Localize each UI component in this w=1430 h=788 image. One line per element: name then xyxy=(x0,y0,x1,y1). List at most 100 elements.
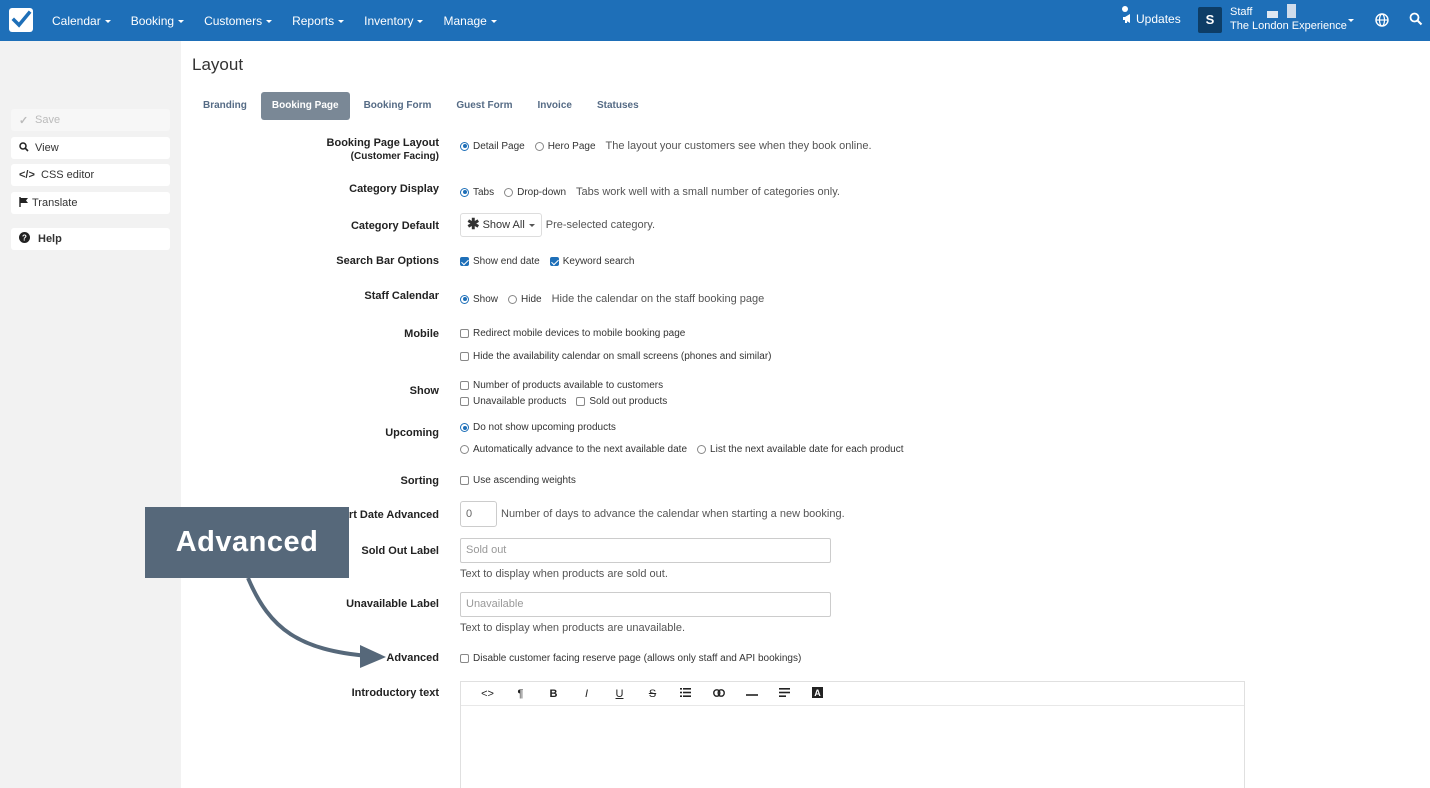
start-date-input[interactable]: 0 xyxy=(460,501,497,527)
chevron-down-icon xyxy=(266,19,273,23)
keyword-search-checkbox[interactable]: Keyword search xyxy=(549,256,634,267)
staff-calendar-show-radio[interactable]: Show xyxy=(460,294,498,305)
save-button[interactable]: ✓ Save xyxy=(11,109,170,131)
globe-icon[interactable] xyxy=(1375,13,1389,27)
align-icon[interactable] xyxy=(768,687,801,700)
intro-text-label: Introductory text xyxy=(351,687,439,699)
code-view-icon[interactable]: <> xyxy=(471,688,504,700)
unavailable-help: Text to display when products are unavai… xyxy=(460,622,686,634)
nav-manage[interactable]: Manage xyxy=(443,14,497,28)
mobile-label: Mobile xyxy=(404,328,439,340)
help-icon: ? xyxy=(19,232,38,246)
upcoming-label: Upcoming xyxy=(385,427,439,439)
updates-button[interactable]: Updates xyxy=(1122,12,1181,26)
chevron-down-icon xyxy=(178,19,185,23)
upcoming-options-row: Automatically advance to the next availa… xyxy=(460,444,914,455)
advanced-callout: Advanced xyxy=(145,507,349,578)
bold-icon[interactable]: B xyxy=(537,688,570,700)
search-bar-options: Show end date Keyword search xyxy=(460,256,644,267)
avatar[interactable]: S xyxy=(1198,7,1222,33)
start-date-control: 0 Number of days to advance the calendar… xyxy=(460,501,845,527)
search-icon xyxy=(19,141,35,155)
italic-icon[interactable]: I xyxy=(570,688,603,700)
account-indicator xyxy=(1287,4,1296,18)
company-name[interactable]: The London Experience xyxy=(1230,20,1347,32)
category-default-select[interactable]: ✱ Show All xyxy=(460,213,542,237)
layout-help: The layout your customers see when they … xyxy=(605,140,872,152)
search-icon[interactable] xyxy=(1409,12,1423,26)
category-tabs-radio[interactable]: Tabs xyxy=(460,187,494,198)
chevron-down-icon[interactable] xyxy=(1348,19,1354,22)
advanced-label: Advanced xyxy=(386,652,439,664)
main-nav: Calendar Booking Customers Reports Inven… xyxy=(52,0,517,41)
tab-guest-form[interactable]: Guest Form xyxy=(445,92,523,120)
translate-button[interactable]: Translate xyxy=(11,192,170,214)
intro-text-editor[interactable]: <> ¶ B I U S A xyxy=(460,681,1245,788)
upcoming-none-radio[interactable]: Do not show upcoming products xyxy=(460,422,616,433)
staff-calendar-hide-radio[interactable]: Hide xyxy=(508,294,542,305)
staff-name[interactable]: Staff xyxy=(1230,6,1252,18)
nav-booking[interactable]: Booking xyxy=(131,14,185,28)
sold-out-help: Text to display when products are sold o… xyxy=(460,568,668,580)
disable-reserve-page-checkbox[interactable]: Disable customer facing reserve page (al… xyxy=(460,653,801,664)
category-default-label: Category Default xyxy=(350,220,439,232)
upcoming-list-radio[interactable]: List the next available date for each pr… xyxy=(697,444,904,455)
unavailable-label: Unavailable Label xyxy=(346,598,439,610)
unavailable-input[interactable]: Unavailable xyxy=(460,592,831,617)
check-icon: ✓ xyxy=(19,114,29,127)
chevron-down-icon xyxy=(528,223,535,227)
tab-invoice[interactable]: Invoice xyxy=(526,92,582,120)
category-display-help: Tabs work well with a small number of ca… xyxy=(576,186,840,198)
category-default-help: Pre-selected category. xyxy=(545,219,656,231)
layout-detail-radio[interactable]: Detail Page xyxy=(460,141,525,152)
help-button[interactable]: ? Help xyxy=(11,228,170,250)
mobile-redirect-checkbox[interactable]: Redirect mobile devices to mobile bookin… xyxy=(460,328,685,339)
layout-label: Booking Page Layout (Customer Facing) xyxy=(326,137,439,162)
show-product-count-checkbox[interactable]: Number of products available to customer… xyxy=(460,380,663,391)
show-label: Show xyxy=(409,385,439,397)
chevron-down-icon xyxy=(490,19,497,23)
tab-branding[interactable]: Branding xyxy=(192,92,258,120)
sorting-label: Sorting xyxy=(400,475,440,487)
nav-inventory[interactable]: Inventory xyxy=(364,14,424,28)
staff-calendar-label: Staff Calendar xyxy=(364,290,439,302)
page-title: Layout xyxy=(192,55,244,74)
app-logo-icon[interactable] xyxy=(9,8,33,32)
unavailable-products-checkbox[interactable]: Unavailable products xyxy=(460,396,566,407)
mobile-hide-calendar-checkbox[interactable]: Hide the availability calendar on small … xyxy=(460,351,771,362)
layout-hero-radio[interactable]: Hero Page xyxy=(534,141,596,152)
horizontal-rule-icon[interactable] xyxy=(735,688,768,700)
sold-out-label: Sold Out Label xyxy=(361,545,439,557)
list-icon[interactable] xyxy=(669,687,702,700)
tab-booking-form[interactable]: Booking Form xyxy=(353,92,443,120)
search-bar-label: Search Bar Options xyxy=(336,255,439,267)
tab-statuses[interactable]: Statuses xyxy=(586,92,650,120)
css-editor-button[interactable]: </> CSS editor xyxy=(11,164,170,186)
megaphone-icon xyxy=(1123,14,1130,23)
strikethrough-icon[interactable]: S xyxy=(636,688,669,700)
nav-reports[interactable]: Reports xyxy=(292,14,345,28)
asterisk-icon: ✱ xyxy=(467,216,480,233)
upcoming-advance-radio[interactable]: Automatically advance to the next availa… xyxy=(460,444,687,455)
tab-booking-page[interactable]: Booking Page xyxy=(260,92,350,120)
underline-icon[interactable]: U xyxy=(603,688,636,700)
show-end-date-checkbox[interactable]: Show end date xyxy=(460,256,540,267)
view-button[interactable]: View xyxy=(11,137,170,159)
link-icon[interactable] xyxy=(702,688,735,700)
category-display-options: Tabs Drop-down Tabs work well with a sma… xyxy=(460,186,840,198)
code-icon: </> xyxy=(19,169,35,181)
paragraph-icon[interactable]: ¶ xyxy=(504,688,537,700)
sold-out-products-checkbox[interactable]: Sold out products xyxy=(576,396,667,407)
category-dropdown-radio[interactable]: Drop-down xyxy=(504,187,566,198)
show-options-row: Unavailable products Sold out products xyxy=(460,396,677,407)
ascending-weights-checkbox[interactable]: Use ascending weights xyxy=(460,475,576,486)
staff-calendar-help: Hide the calendar on the staff booking p… xyxy=(551,293,765,305)
account-indicator xyxy=(1267,11,1278,18)
text-color-icon[interactable]: A xyxy=(801,686,834,701)
svg-text:A: A xyxy=(814,688,821,698)
settings-tabs: Branding Booking Page Booking Form Guest… xyxy=(192,92,653,120)
nav-customers[interactable]: Customers xyxy=(204,14,273,28)
chevron-down-icon xyxy=(417,19,424,23)
nav-calendar[interactable]: Calendar xyxy=(52,14,111,28)
sold-out-input[interactable]: Sold out xyxy=(460,538,831,563)
